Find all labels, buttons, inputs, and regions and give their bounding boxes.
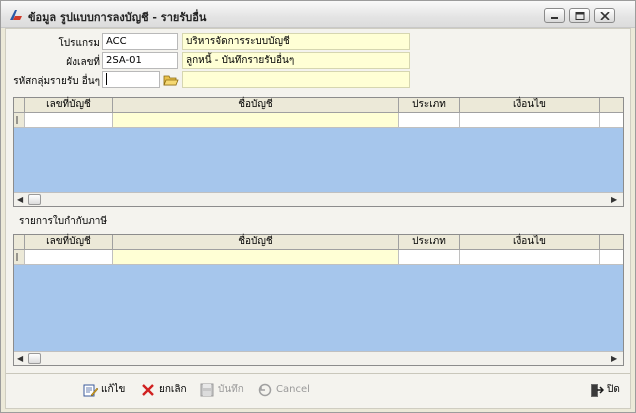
edit-label: แก้ไข — [101, 384, 126, 395]
col-account-no[interactable]: เลขที่บัญชี — [25, 98, 113, 113]
row-indicator — [14, 113, 25, 127]
col-account-name[interactable]: ชื่อบัญชี — [113, 98, 399, 113]
income-group-code-field[interactable] — [102, 71, 160, 88]
docgroup-code-field[interactable]: 2SA-01 — [102, 52, 178, 69]
section-label-tax-invoice: รายการใบกำกับภาษี — [19, 216, 107, 227]
close-label: ปิด — [607, 384, 620, 395]
toolbar-divider — [6, 373, 630, 374]
window: ข้อมูล รูปแบบการลงบัญชี - รายรับอื่น โปร… — [0, 0, 636, 413]
scroll-left-icon[interactable]: ◀ — [17, 354, 23, 363]
cell-condition[interactable] — [460, 113, 600, 127]
edit-icon — [83, 384, 98, 397]
cancel-th-label: ยกเลิก — [159, 384, 187, 395]
maximize-icon — [575, 12, 585, 20]
row-indicator — [14, 250, 25, 264]
close-window-button[interactable] — [594, 8, 615, 23]
row-indicator-header — [14, 98, 25, 113]
undo-icon — [258, 383, 272, 397]
program-label: โปรแกรม — [58, 38, 100, 49]
app-icon — [10, 10, 22, 20]
horizontal-scrollbar[interactable]: ◀ ▶ — [14, 351, 623, 365]
cell-type[interactable] — [399, 250, 460, 264]
col-account-no[interactable]: เลขที่บัญชี — [25, 235, 113, 250]
col-condition[interactable]: เงื่อนไข — [460, 98, 600, 113]
minimize-icon — [551, 17, 558, 19]
close-button[interactable]: ปิด — [589, 382, 625, 400]
save-label: บันทึก — [218, 384, 244, 395]
horizontal-scrollbar[interactable]: ◀ ▶ — [14, 192, 623, 206]
account-grid[interactable]: เลขที่บัญชี ชื่อบัญชี ประเภท เงื่อนไข ◀ … — [13, 97, 624, 207]
col-condition[interactable]: เงื่อนไข — [460, 235, 600, 250]
tax-invoice-grid[interactable]: เลขที่บัญชี ชื่อบัญชี ประเภท เงื่อนไข ◀ … — [13, 234, 624, 366]
row-indicator-header — [14, 235, 25, 250]
minimize-button[interactable] — [544, 8, 565, 23]
save-disk-icon — [200, 383, 214, 397]
program-code-field[interactable]: ACC — [102, 33, 178, 50]
row-pointer-icon — [16, 116, 18, 124]
exit-door-icon — [591, 384, 604, 397]
grid-header: เลขที่บัญชี ชื่อบัญชี ประเภท เงื่อนไข — [14, 98, 623, 113]
grid-header: เลขที่บัญชี ชื่อบัญชี ประเภท เงื่อนไข — [14, 235, 623, 250]
table-row[interactable] — [14, 250, 623, 265]
scroll-thumb[interactable] — [28, 194, 41, 205]
folder-browse-icon[interactable] — [163, 73, 179, 87]
col-type[interactable]: ประเภท — [399, 98, 460, 113]
cell-account-name[interactable] — [113, 250, 399, 264]
table-row[interactable] — [14, 113, 623, 128]
edit-button[interactable]: แก้ไข — [83, 382, 131, 400]
close-icon — [600, 12, 610, 20]
col-account-name[interactable]: ชื่อบัญชี — [113, 235, 399, 250]
row-pointer-icon — [16, 253, 18, 261]
docgroup-name-field: ลูกหนี้ - บันทึกรายรับอื่นๆ — [182, 52, 410, 69]
cell-condition[interactable] — [460, 250, 600, 264]
window-title: ข้อมูล รูปแบบการลงบัญชี - รายรับอื่น — [28, 11, 207, 24]
cell-type[interactable] — [399, 113, 460, 127]
cancel-th-button[interactable]: ยกเลิก — [141, 382, 193, 400]
income-group-name-field — [182, 71, 410, 88]
docgroup-label: ผังเลขที่ — [66, 57, 100, 68]
text-caret — [106, 73, 107, 85]
scroll-right-icon[interactable]: ▶ — [611, 195, 617, 204]
scroll-left-icon[interactable]: ◀ — [17, 195, 23, 204]
cell-account-name[interactable] — [113, 113, 399, 127]
program-name-field: บริหารจัดการระบบบัญชี — [182, 33, 410, 50]
save-button[interactable]: บันทึก — [200, 382, 250, 400]
cell-account-no[interactable] — [25, 113, 113, 127]
title-bar: ข้อมูล รูปแบบการลงบัญชี - รายรับอื่น — [1, 1, 635, 28]
cancel-en-button[interactable]: Cancel — [258, 382, 314, 400]
form-body: โปรแกรม ACC บริหารจัดการระบบบัญชี ผังเลข… — [5, 28, 631, 409]
cell-account-no[interactable] — [25, 250, 113, 264]
scroll-thumb[interactable] — [28, 353, 41, 364]
col-type[interactable]: ประเภท — [399, 235, 460, 250]
maximize-button[interactable] — [569, 8, 590, 23]
cancel-en-label: Cancel — [276, 384, 310, 395]
scroll-right-icon[interactable]: ▶ — [611, 354, 617, 363]
income-group-label: รหัสกลุ่มรายรับ อื่นๆ — [13, 76, 100, 87]
delete-x-icon — [142, 384, 154, 396]
